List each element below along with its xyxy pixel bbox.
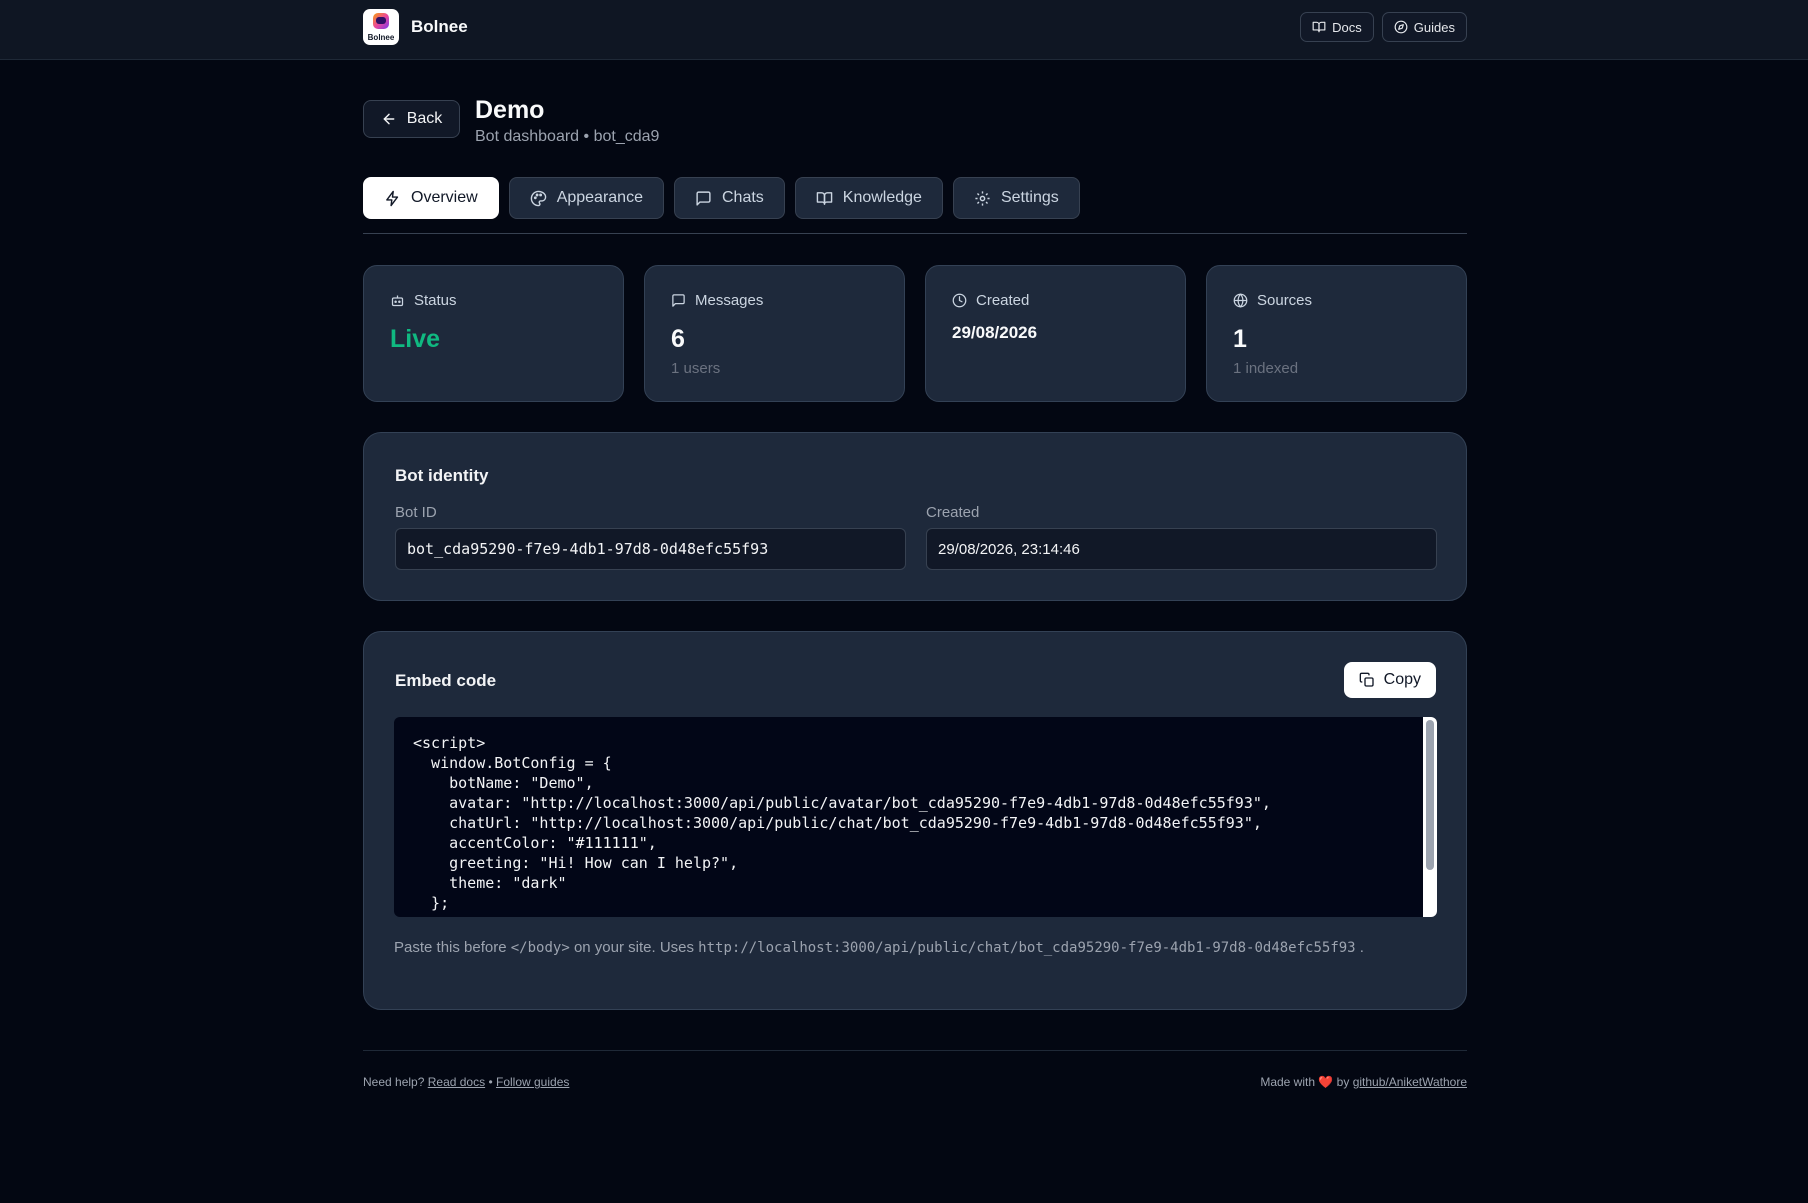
hint-prefix: Paste this before <box>394 939 507 956</box>
bolnee-logo: Bolnee <box>363 9 399 45</box>
page-title: Demo <box>475 96 545 124</box>
tab-appearance[interactable]: Appearance <box>508 177 664 219</box>
tab-label: Knowledge <box>842 189 922 206</box>
book-open-icon <box>1312 21 1326 33</box>
copy-label: Copy <box>1383 671 1421 688</box>
messages-value: 6 <box>671 325 685 353</box>
bot-id-label: Bot ID <box>395 504 437 521</box>
bot-id-field[interactable]: bot_cda95290-f7e9-4db1-97d8-0d48efc55f93 <box>395 528 906 570</box>
footer-help: Need help? Read docs • Follow guides <box>363 1075 569 1089</box>
hint-suffix: . <box>1359 939 1364 956</box>
messages-note: 1 users <box>671 360 721 377</box>
copy-button[interactable]: Copy <box>1343 662 1436 698</box>
status-value: Live <box>390 325 441 353</box>
app-name: Bolnee <box>411 17 468 36</box>
messages-card: Messages 6 1 users <box>644 265 905 402</box>
top-bar: Bolnee Bolnee Docs Guides <box>0 0 1808 60</box>
stats-row: Status Live Messages 6 1 users Created 2… <box>363 265 1467 402</box>
tab-label: Settings <box>1000 189 1059 206</box>
docs-button[interactable]: Docs <box>1300 12 1374 42</box>
tab-chats[interactable]: Chats <box>673 177 785 219</box>
tab-settings[interactable]: Settings <box>952 177 1080 219</box>
hint-url: http://localhost:3000/api/public/chat/bo… <box>698 940 1356 956</box>
status-card: Status Live <box>363 265 624 402</box>
tab-label: Appearance <box>556 189 643 206</box>
tab-knowledge[interactable]: Knowledge <box>794 177 943 219</box>
logo-text: Bolnee <box>367 33 395 42</box>
page-subtitle: Bot dashboard • bot_cda9 <box>475 128 660 145</box>
messages-label: Messages <box>695 292 764 309</box>
embed-code-card: Embed code Copy <script> window.BotConfi… <box>363 631 1467 1010</box>
sources-label: Sources <box>1257 292 1313 309</box>
footer-credit: Made with ❤️ by github/AniketWathore <box>1260 1075 1467 1089</box>
by-text: by <box>1336 1075 1350 1089</box>
status-label: Status <box>414 292 457 309</box>
code-scrollbar[interactable] <box>1423 717 1437 917</box>
message-icon <box>672 294 685 307</box>
chat-icon <box>696 190 711 206</box>
created-label: Created <box>976 292 1030 309</box>
hint-middle: on your site. Uses <box>573 939 694 956</box>
read-docs-link[interactable]: Read docs <box>428 1075 485 1089</box>
follow-guides-link[interactable]: Follow guides <box>496 1075 569 1089</box>
sources-note: 1 indexed <box>1233 360 1299 377</box>
tab-bar: Overview Appearance Chats Knowledge Sett… <box>363 177 1080 219</box>
tabs-divider <box>363 233 1467 234</box>
bot-identity-card: Bot identity Bot ID bot_cda95290-f7e9-4d… <box>363 432 1467 601</box>
code-scrollbar-thumb[interactable] <box>1426 720 1434 870</box>
embed-code-block[interactable]: <script> window.BotConfig = { botName: "… <box>394 717 1437 917</box>
copy-icon <box>1359 672 1374 687</box>
tab-label: Chats <box>721 189 764 206</box>
book-icon <box>816 191 833 205</box>
guides-button[interactable]: Guides <box>1381 12 1467 42</box>
need-help-text: Need help? <box>363 1075 425 1089</box>
clock-icon <box>952 293 967 308</box>
compass-icon <box>1394 20 1408 34</box>
embed-hint: Paste this before </body> on your site. … <box>394 937 1394 959</box>
arrow-left-icon <box>383 113 395 125</box>
footer-divider <box>363 1050 1467 1051</box>
bot-identity-title: Bot identity <box>395 466 489 485</box>
created-value: 29/08/2026 <box>952 323 1038 342</box>
embed-code-text[interactable]: <script> window.BotConfig = { botName: "… <box>394 717 1437 913</box>
footer-separator: • <box>488 1075 493 1089</box>
sources-card: Sources 1 1 indexed <box>1206 265 1467 402</box>
brand[interactable]: Bolnee Bolnee <box>363 9 468 45</box>
heart-icon: ❤️ <box>1318 1075 1334 1089</box>
gear-icon <box>975 190 990 206</box>
globe-icon <box>1233 293 1248 308</box>
tab-label: Overview <box>411 189 478 206</box>
back-button[interactable]: Back <box>363 100 460 138</box>
back-label: Back <box>406 110 443 127</box>
docs-label: Docs <box>1332 19 1362 35</box>
bolt-icon <box>386 190 399 206</box>
embed-code-title: Embed code <box>395 671 497 690</box>
created-field-label: Created <box>926 504 980 521</box>
bot-icon <box>391 295 404 307</box>
created-field[interactable]: 29/08/2026, 23:14:46 <box>926 528 1437 570</box>
palette-icon <box>530 190 546 206</box>
sources-value: 1 <box>1233 325 1247 353</box>
hint-tag: </body> <box>510 940 570 956</box>
tab-overview[interactable]: Overview <box>363 177 499 219</box>
created-card: Created 29/08/2026 <box>925 265 1186 402</box>
author-link[interactable]: github/AniketWathore <box>1353 1075 1467 1089</box>
guides-label: Guides <box>1413 19 1455 35</box>
made-with-text: Made with <box>1260 1075 1316 1089</box>
